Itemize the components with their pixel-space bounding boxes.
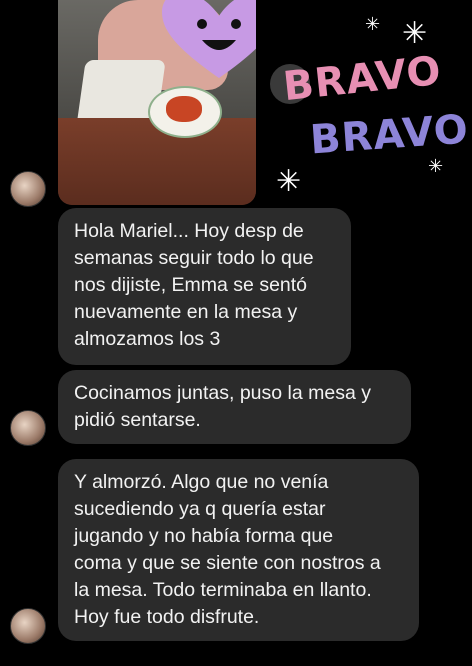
message-line: jugando y no había forma que bbox=[74, 525, 334, 547]
message-line: Hoy fue todo disfrute. bbox=[74, 606, 260, 628]
heart-face-sticker-icon bbox=[162, 0, 256, 78]
photo-food bbox=[166, 96, 202, 122]
message-line: almozamos los 3 bbox=[74, 328, 221, 350]
message-line: sucediendo ya q quería estar bbox=[74, 498, 326, 520]
message-line: Hola Mariel... Hoy desp de bbox=[74, 220, 304, 242]
message-line: nuevamente en la mesa y bbox=[74, 301, 298, 323]
sparkle-icon: ✳ bbox=[365, 14, 381, 34]
message-bubble[interactable]: Cocinamos juntas, puso la mesa y pidió s… bbox=[58, 370, 411, 444]
shared-photo[interactable] bbox=[58, 0, 256, 205]
bravo-sticker-line1: BRAVO bbox=[281, 47, 444, 111]
message-line: la mesa. Todo terminaba en llanto. bbox=[74, 579, 372, 601]
message-bubble[interactable]: Hola Mariel... Hoy desp de semanas segui… bbox=[58, 208, 351, 365]
message-bubble[interactable]: Y almorzó. Algo que no venía sucediendo … bbox=[58, 459, 419, 641]
avatar[interactable] bbox=[10, 171, 46, 207]
avatar[interactable] bbox=[10, 410, 46, 446]
message-line: nos dijiste, Emma se sentó bbox=[74, 274, 308, 296]
message-line: coma y que se siente con nostros a bbox=[74, 552, 381, 574]
sparkle-icon: ✳ bbox=[428, 156, 444, 176]
avatar[interactable] bbox=[10, 608, 46, 644]
photo-table bbox=[58, 118, 256, 205]
sparkle-icon: ✳ bbox=[402, 17, 428, 50]
bravo-sticker-line2: BRAVO bbox=[308, 106, 471, 164]
message-line: pidió sentarse. bbox=[74, 409, 201, 431]
sparkle-icon: ✳ bbox=[276, 165, 302, 198]
message-line: Cocinamos juntas, puso la mesa y bbox=[74, 382, 371, 404]
message-line: semanas seguir todo lo que bbox=[74, 247, 314, 269]
message-line: Y almorzó. Algo que no venía bbox=[74, 471, 329, 493]
